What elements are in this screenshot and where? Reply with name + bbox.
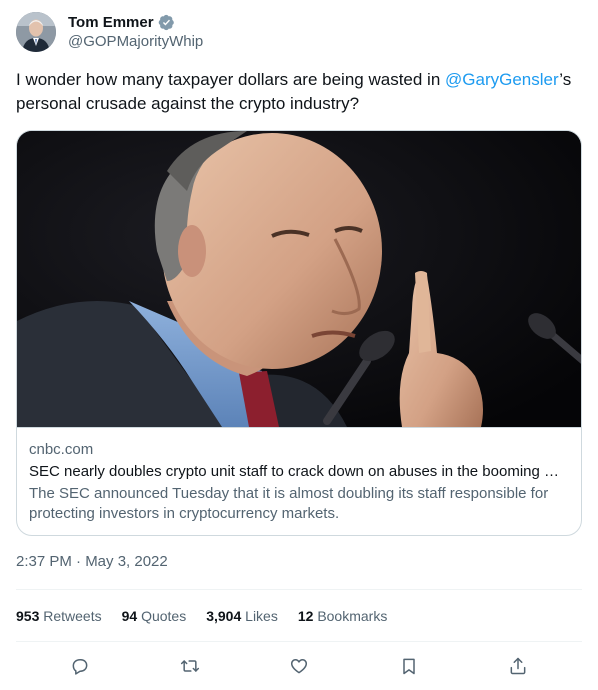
quotes-stat[interactable]: 94 Quotes [122, 606, 187, 626]
card-body: cnbc.com SEC nearly doubles crypto unit … [17, 427, 581, 524]
quotes-count: 94 [121, 608, 138, 624]
retweets-stat[interactable]: 953 Retweets [16, 606, 102, 626]
retweets-count: 953 [16, 608, 40, 624]
like-button[interactable] [281, 648, 317, 684]
quotes-label: Quotes [141, 608, 187, 624]
timestamp[interactable]: 2:37 PM · May 3, 2022 [16, 552, 168, 572]
retweet-icon [180, 660, 199, 672]
avatar[interactable] [16, 12, 56, 52]
likes-label: Likes [245, 608, 278, 624]
display-name[interactable]: Tom Emmer [68, 14, 154, 31]
card-title[interactable]: SEC nearly doubles crypto unit staff to … [29, 462, 569, 482]
divider [16, 641, 582, 642]
bookmarks-stat[interactable]: 12 Bookmarks [298, 606, 388, 626]
share-icon [510, 657, 526, 675]
link-card[interactable]: cnbc.com SEC nearly doubles crypto unit … [16, 130, 582, 536]
mention-link[interactable]: @GaryGensler [445, 70, 559, 89]
card-domain: cnbc.com [29, 441, 94, 458]
bookmark-button[interactable] [391, 648, 427, 684]
action-bar [16, 648, 582, 684]
tweet-stats: 953 Retweets 94 Quotes 3,904 Likes 12 Bo… [16, 606, 407, 626]
bookmark-icon [402, 658, 415, 675]
like-icon [290, 659, 308, 674]
handle[interactable]: @GOPMajorityWhip [68, 32, 203, 52]
author-names: Tom Emmer @GOPMajorityWhip [68, 12, 203, 52]
likes-stat[interactable]: 3,904 Likes [206, 606, 278, 626]
retweets-label: Retweets [43, 608, 102, 624]
tweet-text: I wonder how many taxpayer dollars are b… [16, 68, 582, 116]
verified-badge-icon [158, 14, 175, 31]
bookmarks-label: Bookmarks [317, 608, 388, 624]
tweet-text-before: I wonder how many taxpayer dollars are b… [16, 70, 446, 89]
card-image[interactable] [17, 131, 581, 427]
tweet-header: Tom Emmer @GOPMajorityWhip [16, 12, 203, 52]
share-button[interactable] [500, 648, 536, 684]
reply-icon [72, 659, 88, 675]
retweet-button[interactable] [172, 648, 208, 684]
tweet: Tom Emmer @GOPMajorityWhip I wonder how … [0, 0, 598, 690]
divider [16, 589, 582, 590]
card-description: The SEC announced Tuesday that it is alm… [29, 485, 549, 522]
reply-button[interactable] [62, 648, 98, 684]
bookmarks-count: 12 [297, 608, 314, 624]
name-row: Tom Emmer [68, 12, 203, 32]
likes-count: 3,904 [206, 608, 242, 624]
